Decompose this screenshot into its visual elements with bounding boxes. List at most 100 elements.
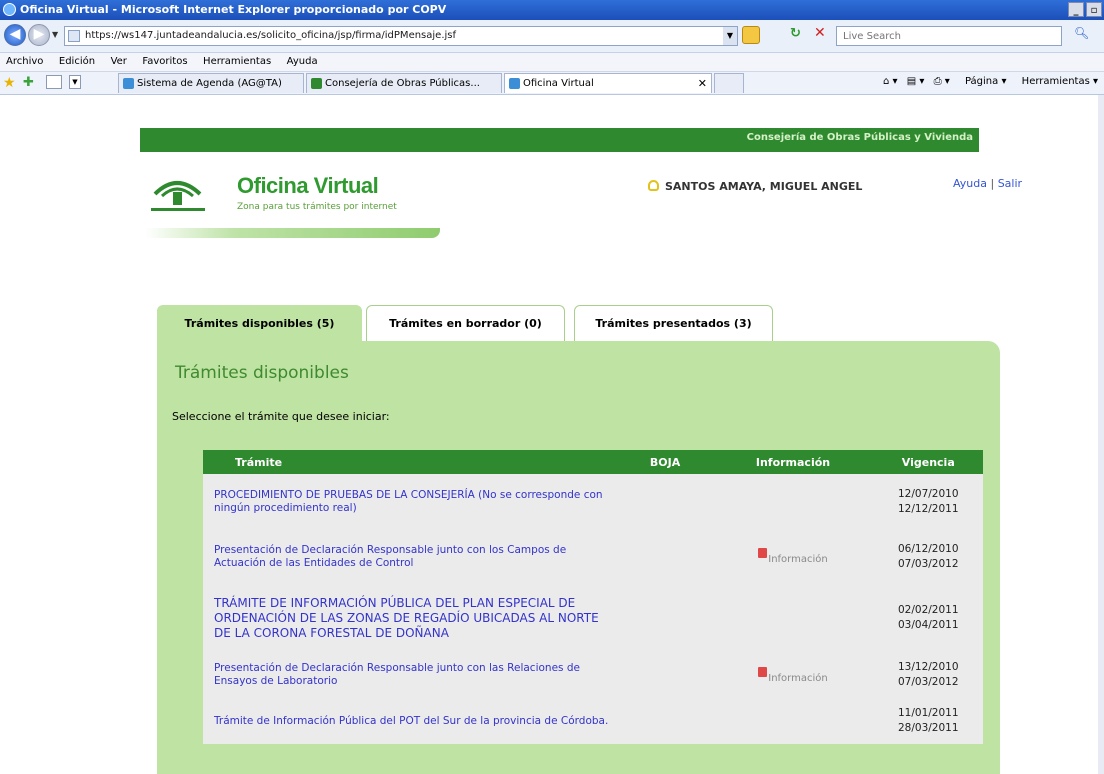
tramite-link[interactable]: Presentación de Declaración Responsable … [203, 652, 618, 698]
url-text[interactable]: https://ws147.juntadeandalucia.es/solici… [85, 30, 456, 41]
address-toolbar: ◀ ▶ ▼ https://ws147.juntadeandalucia.es/… [0, 20, 1104, 53]
vigencia-end: 12/12/2011 [897, 502, 959, 515]
info-link[interactable]: Información [768, 673, 827, 684]
add-favorite-icon[interactable]: ✚ [23, 75, 34, 90]
url-dropdown-icon[interactable]: ▼ [723, 27, 737, 45]
logo-underline-bar [145, 228, 440, 238]
vigencia-cell: 13/12/2010 07/03/2012 [874, 652, 983, 698]
exit-link[interactable]: Salir [998, 177, 1022, 190]
page-menu[interactable]: Página ▾ [959, 76, 1007, 87]
tab-tramites-borrador[interactable]: Trámites en borrador (0) [366, 305, 565, 342]
command-bar: ⌂ ▾ ▤ ▾ ⎙ ▾ Página ▾ Herramientas ▾ [877, 76, 1098, 87]
search-box[interactable] [836, 26, 1062, 46]
print-icon[interactable]: ⎙ ▾ [934, 76, 950, 87]
tab-list-dropdown-icon[interactable]: ▼ [69, 75, 81, 89]
menu-edicion[interactable]: Edición [53, 53, 101, 67]
top-green-bar: Consejería de Obras Públicas y Vivienda [140, 128, 979, 152]
menu-ayuda[interactable]: Ayuda [281, 53, 324, 67]
pdf-icon [758, 548, 768, 558]
vigencia-start: 02/02/2011 [897, 604, 959, 616]
table-row: Presentación de Declaración Responsable … [203, 652, 983, 698]
boja-cell [618, 584, 713, 652]
stop-icon[interactable]: ✕ [814, 25, 826, 41]
minimize-button[interactable]: _ [1068, 2, 1084, 17]
address-bar[interactable]: https://ws147.juntadeandalucia.es/solici… [64, 26, 738, 46]
vigencia-end: 07/03/2012 [897, 557, 959, 570]
menu-archivo[interactable]: Archivo [0, 53, 49, 67]
favorites-star-icon[interactable]: ★ [3, 75, 16, 91]
new-tab-button[interactable] [714, 73, 744, 93]
info-cell [712, 584, 873, 652]
current-user: SANTOS AMAYA, MIGUEL ANGEL [648, 180, 862, 193]
col-header-informacion[interactable]: Información [712, 450, 874, 474]
forward-button[interactable]: ▶ [28, 24, 50, 46]
window-controls: _ ▫ [1068, 2, 1102, 17]
window-title: Oficina Virtual - Microsoft Internet Exp… [20, 3, 447, 16]
quick-tabs-icon[interactable] [46, 75, 62, 89]
table-row: Presentación de Declaración Responsable … [203, 529, 983, 584]
info-cell [712, 698, 873, 744]
info-cell [712, 474, 873, 529]
menu-herramientas[interactable]: Herramientas [197, 53, 277, 67]
vigencia-cell: 02/02/2011 03/04/2011 [874, 584, 983, 652]
tab-tramites-presentados[interactable]: Trámites presentados (3) [574, 305, 773, 342]
site-page-icon [311, 78, 322, 89]
user-name: SANTOS AMAYA, MIGUEL ANGEL [665, 180, 863, 193]
page-icon [68, 30, 80, 42]
vigencia-end: 03/04/2011 [897, 619, 959, 631]
header-links: Ayuda | Salir [953, 177, 1022, 190]
info-cell[interactable]: Información [712, 529, 873, 584]
boja-cell [618, 474, 713, 529]
ie-logo-icon [3, 3, 16, 16]
back-button[interactable]: ◀ [4, 24, 26, 46]
page-scrollbar[interactable] [1098, 95, 1104, 774]
vigencia-end: 07/03/2012 [897, 676, 959, 688]
info-cell[interactable]: Información [712, 652, 873, 698]
col-header-boja[interactable]: BOJA [617, 450, 713, 474]
vigencia-cell: 11/01/2011 28/03/2011 [874, 698, 983, 744]
col-header-vigencia[interactable]: Vigencia [873, 450, 983, 474]
consejeria-label: Consejería de Obras Públicas y Vivienda [746, 132, 973, 143]
history-dropdown-icon[interactable]: ▼ [52, 30, 58, 39]
tramite-link[interactable]: Presentación de Declaración Responsable … [203, 529, 618, 584]
section-instruction: Seleccione el trámite que desee iniciar: [172, 410, 390, 423]
search-input[interactable] [841, 30, 1045, 43]
tramites-panel: Trámites disponibles Seleccione el trámi… [157, 341, 1000, 774]
browser-tab-agata[interactable]: Sistema de Agenda (AG@TA) [118, 73, 304, 93]
close-tab-icon[interactable]: ✕ [698, 77, 707, 90]
search-icon[interactable]: 🔍︎ [1074, 26, 1089, 40]
table-row: TRÁMITE DE INFORMACIÓN PÚBLICA DEL PLAN … [203, 584, 983, 652]
pdf-icon [758, 666, 768, 677]
info-link[interactable]: Información [768, 554, 827, 565]
home-icon[interactable]: ⌂ ▾ [883, 76, 898, 87]
browser-tabs-bar: ★ ✚ ▼ Sistema de Agenda (AG@TA) Consejer… [0, 72, 1104, 95]
lock-icon[interactable] [742, 26, 760, 44]
menu-ver[interactable]: Ver [105, 53, 133, 67]
browser-tab-oficina-virtual[interactable]: Oficina Virtual ✕ [504, 73, 712, 93]
link-separator: | [990, 177, 995, 190]
tools-menu[interactable]: Herramientas ▾ [1016, 76, 1098, 87]
help-link[interactable]: Ayuda [953, 177, 987, 190]
feeds-icon[interactable]: ▤ ▾ [907, 76, 925, 87]
menu-bar: Archivo Edición Ver Favoritos Herramient… [0, 53, 1104, 72]
menu-favoritos[interactable]: Favoritos [136, 53, 193, 67]
oficina-virtual-logo[interactable]: Oficina Virtual Zona para tus trámites p… [145, 170, 445, 240]
tab-tramites-disponibles[interactable]: Trámites disponibles (5) [157, 305, 362, 342]
vigencia-end: 28/03/2011 [897, 722, 959, 734]
vigencia-cell: 06/12/2010 07/03/2012 [874, 529, 983, 584]
section-title: Trámites disponibles [175, 363, 349, 383]
tramite-link[interactable]: TRÁMITE DE INFORMACIÓN PÚBLICA DEL PLAN … [203, 584, 618, 652]
table-row: Trámite de Información Pública del POT d… [203, 698, 983, 744]
col-header-tramite[interactable]: Trámite [203, 450, 618, 474]
junta-andalucia-emblem-icon [151, 181, 205, 211]
maximize-button[interactable]: ▫ [1086, 2, 1102, 17]
refresh-icon[interactable]: ↻ [790, 26, 801, 41]
browser-tab-consejeria[interactable]: Consejería de Obras Públicas... [306, 73, 502, 93]
tramite-link[interactable]: PROCEDIMIENTO DE PRUEBAS DE LA CONSEJERÍ… [203, 474, 618, 529]
tramites-table: Trámite BOJA Información Vigencia PROCED… [203, 450, 983, 744]
forward-arrow-icon: ▶ [33, 26, 45, 42]
boja-cell [618, 529, 713, 584]
back-arrow-icon: ◀ [9, 26, 21, 42]
tramite-link[interactable]: Trámite de Información Pública del POT d… [203, 698, 618, 744]
table-header-row: Trámite BOJA Información Vigencia [203, 450, 983, 474]
